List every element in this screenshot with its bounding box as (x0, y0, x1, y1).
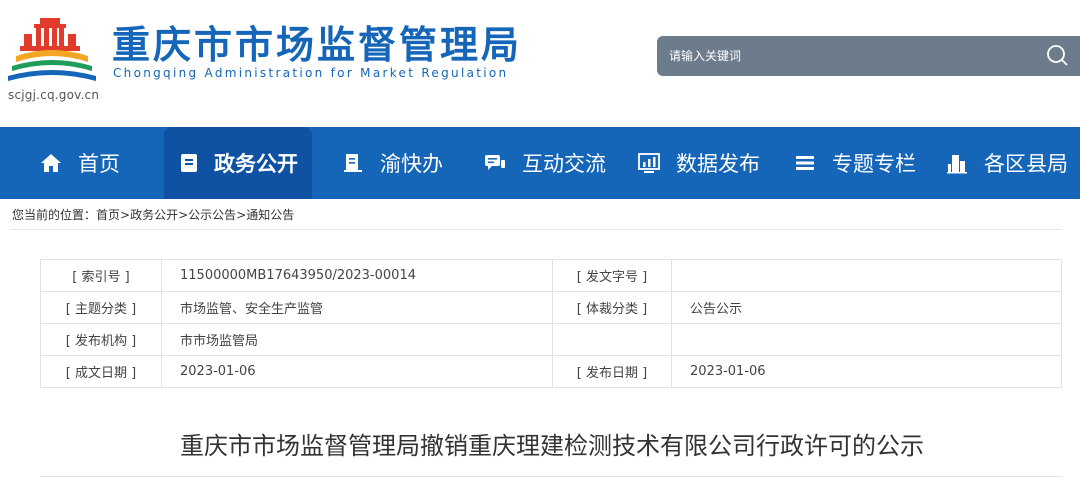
nav-item-label: 政务公开 (214, 152, 298, 176)
breadcrumb-link-home[interactable]: 首页 (96, 208, 120, 222)
info-label-publish-date: [ 发布日期 ] (552, 355, 672, 388)
list-icon (796, 156, 814, 170)
breadcrumb-separator: > (120, 208, 131, 222)
chat-icon (485, 155, 505, 170)
logo-emblem-icon[interactable] (6, 14, 98, 86)
nav-item-interaction[interactable]: 互动交流 (484, 127, 606, 199)
chart-icon (638, 153, 660, 173)
info-label-document-number: [ 发文字号 ] (552, 259, 672, 292)
site-subtitle: Chongqing Administration for Market Regu… (113, 66, 509, 80)
table-row: [ 成文日期 ] 2023-01-06 [ 发布日期 ] 2023-01-06 (40, 355, 1062, 388)
breadcrumb-divider (10, 229, 1062, 230)
main-nav: 首页 政务公开 渝快办 互动交流 数据发布 专题专栏 各区县局 (0, 127, 1080, 199)
nav-item-label: 数据发布 (676, 152, 760, 176)
site-title[interactable]: 重庆市市场监督管理局 (112, 14, 522, 69)
info-value-index-number: 11500000MB17643950/2023-00014 (161, 259, 553, 292)
info-label-genre: [ 体裁分类 ] (552, 291, 672, 324)
info-value-publisher: 市市场监管局 (161, 323, 553, 356)
info-value-genre: 公告公示 (671, 291, 1062, 324)
nav-item-district-bureaus[interactable]: 各区县局 (946, 127, 1068, 199)
book-icon (344, 154, 362, 172)
nav-item-label: 首页 (78, 152, 120, 176)
info-value-topic: 市场监管、安全生产监管 (161, 291, 553, 324)
home-icon (41, 154, 61, 172)
site-header: 重庆市市场监督管理局 Chongqing Administration for … (0, 0, 1080, 127)
breadcrumb-separator: > (178, 208, 189, 222)
info-value-publish-date: 2023-01-06 (671, 355, 1062, 388)
building-icon (947, 155, 967, 174)
info-empty-cell (671, 323, 1062, 356)
search-input[interactable] (669, 36, 1029, 76)
nav-item-label: 渝快办 (380, 152, 443, 176)
search-button[interactable] (1036, 36, 1080, 76)
table-row: [ 主题分类 ] 市场监管、安全生产监管 [ 体裁分类 ] 公告公示 (40, 291, 1062, 324)
document-icon (181, 154, 197, 172)
table-row: [ 发布机构 ] 市市场监管局 (40, 323, 1062, 356)
nav-item-special-topics[interactable]: 专题专栏 (794, 127, 916, 199)
document-info-table: [ 索引号 ] 11500000MB17643950/2023-00014 [ … (40, 259, 1062, 388)
breadcrumb: 您当前的位置：首页>政务公开>公示公告>通知公告 (12, 206, 294, 223)
info-label-topic: [ 主题分类 ] (40, 291, 162, 324)
nav-item-yukuaiban[interactable]: 渝快办 (342, 127, 443, 199)
nav-item-label: 互动交流 (522, 152, 606, 176)
search-icon (1047, 45, 1068, 66)
title-divider (40, 476, 1062, 477)
info-empty-cell (552, 323, 672, 356)
breadcrumb-link-government-affairs[interactable]: 政务公开 (130, 208, 178, 222)
site-domain: scjgj.cq.gov.cn (8, 88, 100, 102)
nav-item-label: 专题专栏 (832, 152, 916, 176)
info-value-written-date: 2023-01-06 (161, 355, 553, 388)
nav-item-data-release[interactable]: 数据发布 (638, 127, 760, 199)
nav-item-government-affairs[interactable]: 政务公开 (164, 127, 312, 199)
table-row: [ 索引号 ] 11500000MB17643950/2023-00014 [ … (40, 259, 1062, 292)
nav-item-label: 各区县局 (984, 152, 1068, 176)
info-value-document-number (671, 259, 1062, 292)
breadcrumb-link-public-notices[interactable]: 公示公告 (188, 208, 236, 222)
info-label-index-number: [ 索引号 ] (40, 259, 162, 292)
info-label-written-date: [ 成文日期 ] (40, 355, 162, 388)
breadcrumb-link-notices[interactable]: 通知公告 (246, 208, 294, 222)
search-box (657, 36, 1080, 76)
nav-item-home[interactable]: 首页 (40, 127, 120, 199)
info-label-publisher: [ 发布机构 ] (40, 323, 162, 356)
breadcrumb-prefix: 您当前的位置： (12, 208, 97, 222)
document-title: 重庆市市场监督管理局撤销重庆理建检测技术有限公司行政许可的公示 (180, 432, 924, 460)
breadcrumb-separator: > (236, 208, 247, 222)
